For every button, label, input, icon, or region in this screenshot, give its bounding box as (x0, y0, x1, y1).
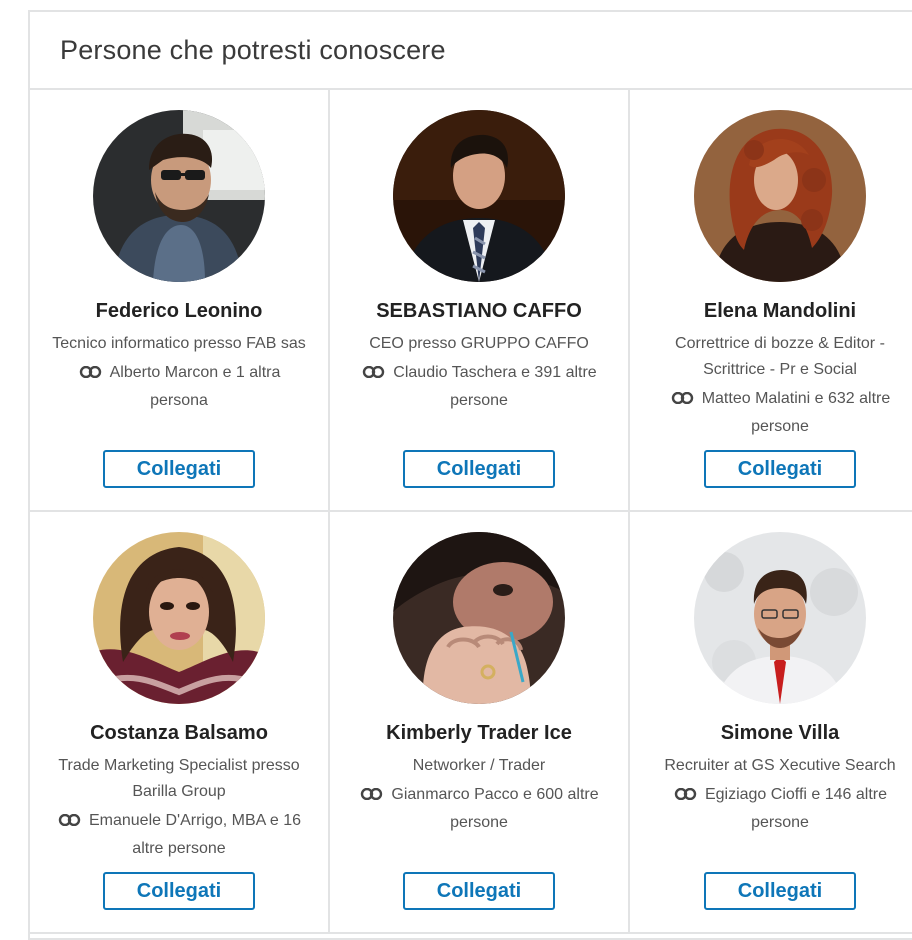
connect-button[interactable]: Collegati (703, 450, 856, 488)
shared-connections-text: Alberto Marcon e 1 altra persona (109, 364, 281, 409)
avatar[interactable] (693, 532, 866, 704)
avatar[interactable] (393, 110, 565, 282)
person-name[interactable]: Federico Leonino (96, 300, 263, 323)
shared-connections: Claudio Taschera e 391 altre persone (354, 359, 604, 415)
panel-title: Persone che potresti conoscere (60, 34, 446, 65)
avatar[interactable] (693, 110, 866, 282)
person-headline: Tecnico informatico presso FAB sas (52, 335, 306, 352)
person-card: SEBASTIANO CAFFO CEO presso GRUPPO CAFFO… (330, 90, 630, 510)
person-headline: Correttrice di bozze & Editor - Scrittri… (675, 335, 885, 378)
people-row: Costanza Balsamo Trade Marketing Special… (30, 512, 912, 934)
shared-connections: Egiziago Cioffi e 146 altre persone (655, 781, 905, 837)
person-card: Costanza Balsamo Trade Marketing Special… (30, 512, 330, 932)
shared-connections: Emanuele D'Arrigo, MBA e 16 altre person… (54, 807, 304, 863)
person-card: Federico Leonino Tecnico informatico pre… (30, 90, 330, 510)
avatar-photo (693, 532, 866, 704)
avatar-photo (393, 532, 565, 704)
person-card: Simone Villa Recruiter at GS Xecutive Se… (630, 512, 912, 932)
people-grid: Federico Leonino Tecnico informatico pre… (30, 90, 912, 934)
shared-connections-text: Gianmarco Pacco e 600 altre persone (391, 786, 599, 831)
shared-connections-text: Egiziago Cioffi e 146 altre persone (704, 786, 887, 831)
shared-connections-icon (670, 392, 696, 404)
shared-connections: Gianmarco Pacco e 600 altre persone (354, 781, 604, 837)
person-name[interactable]: SEBASTIANO CAFFO (376, 300, 582, 323)
panel-header: Persone che potresti conoscere (30, 12, 912, 90)
avatar[interactable] (93, 532, 265, 704)
shared-connections-text: Matteo Malatini e 632 altre persone (701, 390, 891, 435)
connect-button[interactable]: Collegati (703, 872, 856, 910)
person-name[interactable]: Elena Mandolini (704, 300, 856, 323)
person-card: Kimberly Trader Ice Networker / Trader G… (330, 512, 630, 932)
connect-button[interactable]: Collegati (403, 450, 555, 488)
shared-connections: Alberto Marcon e 1 altra persona (54, 359, 304, 415)
person-name[interactable]: Simone Villa (721, 722, 840, 745)
person-headline: Recruiter at GS Xecutive Search (664, 757, 896, 774)
shared-connections-icon (57, 814, 83, 826)
person-name[interactable]: Kimberly Trader Ice (386, 722, 572, 745)
shared-connections-icon (359, 788, 385, 800)
avatar[interactable] (393, 532, 565, 704)
connect-button[interactable]: Collegati (403, 872, 555, 910)
person-card: Elena Mandolini Correttrice di bozze & E… (630, 90, 912, 510)
shared-connections-text: Emanuele D'Arrigo, MBA e 16 altre person… (88, 812, 302, 857)
person-headline: Trade Marketing Specialist presso Barill… (58, 757, 300, 800)
people-you-may-know-panel: Persone che potresti conoscere Federico … (28, 10, 912, 940)
shared-connections-text: Claudio Taschera e 391 altre persone (393, 364, 597, 409)
avatar-photo (393, 110, 565, 282)
person-name[interactable]: Costanza Balsamo (90, 722, 268, 745)
person-headline: CEO presso GRUPPO CAFFO (369, 335, 589, 352)
avatar-photo (93, 532, 265, 704)
shared-connections-icon (361, 366, 387, 378)
shared-connections-icon (673, 788, 699, 800)
connect-button[interactable]: Collegati (103, 872, 255, 910)
people-row: Federico Leonino Tecnico informatico pre… (30, 90, 912, 512)
shared-connections: Matteo Malatini e 632 altre persone (655, 385, 905, 441)
person-headline: Networker / Trader (412, 757, 546, 774)
avatar-photo (93, 110, 265, 282)
shared-connections-icon (78, 366, 104, 378)
avatar-photo (693, 110, 866, 282)
connect-button[interactable]: Collegati (103, 450, 255, 488)
avatar[interactable] (93, 110, 265, 282)
